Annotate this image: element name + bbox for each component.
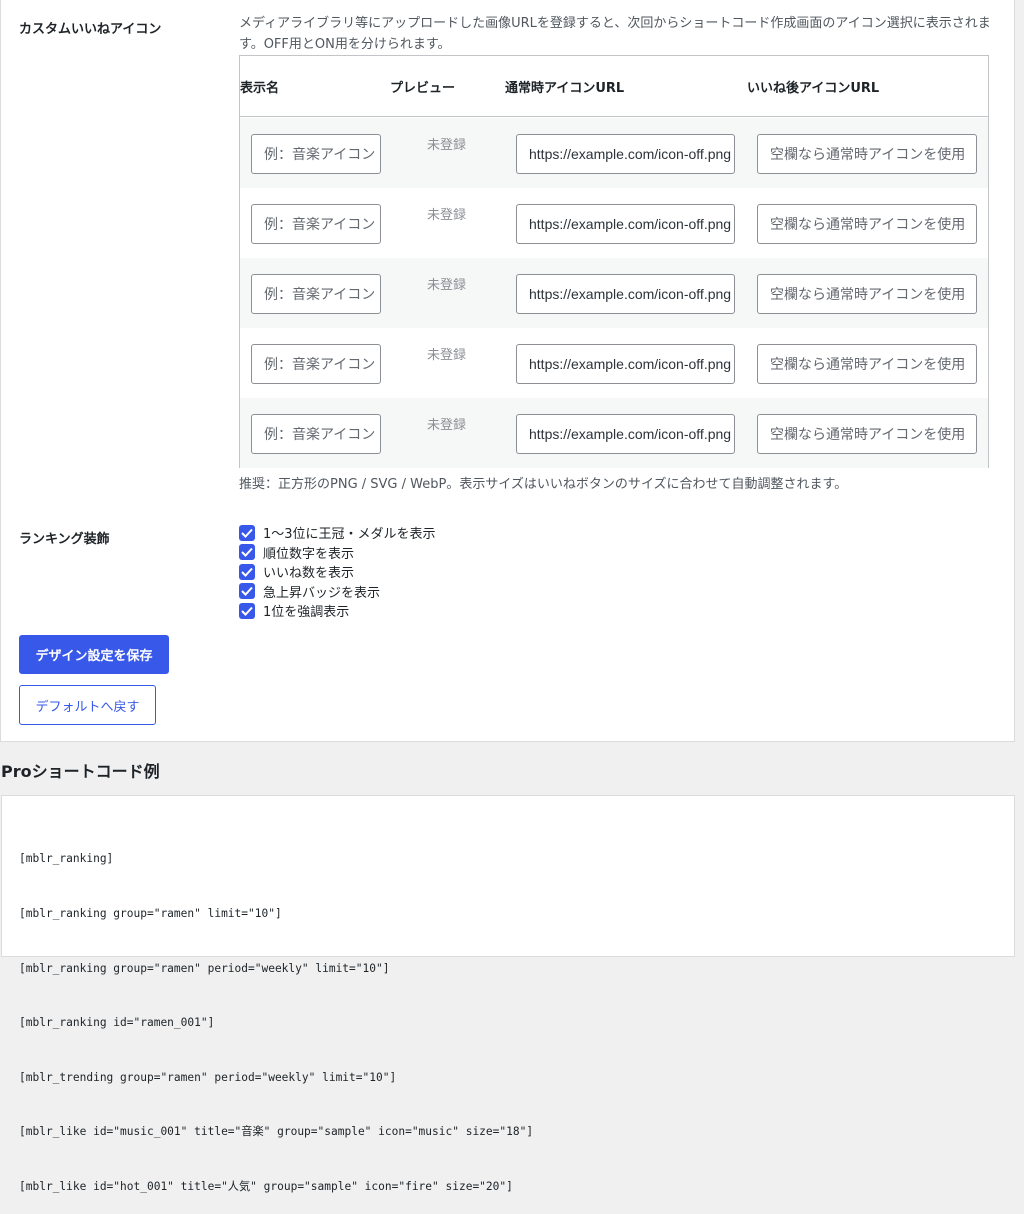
option-like-count[interactable]: いいね数を表示	[239, 562, 436, 582]
display-name-input[interactable]: 例：音楽アイコン	[251, 204, 381, 244]
checkbox-checked-icon[interactable]	[239, 544, 255, 561]
code-line: [mblr_like id="hot_001" title="人気" group…	[19, 1179, 513, 1193]
off-icon-url-input[interactable]: https://example.com/icon-off.png	[516, 204, 735, 244]
column-header-off-url: 通常時アイコンURL	[505, 81, 625, 96]
on-icon-url-input[interactable]: 空欄なら通常時アイコンを使用	[757, 204, 977, 244]
on-icon-url-input[interactable]: 空欄なら通常時アイコンを使用	[757, 344, 977, 384]
display-name-input[interactable]: 例：音楽アイコン	[251, 344, 381, 384]
pro-shortcode-title: Proショートコード例	[1, 762, 160, 781]
code-line: [mblr_ranking]	[19, 852, 114, 866]
option-rank-number[interactable]: 順位数字を表示	[239, 543, 436, 563]
table-row: 例：音楽アイコン 未登録 https://example.com/icon-of…	[240, 118, 988, 188]
custom-icon-table: 表示名 プレビュー 通常時アイコンURL いいね後アイコンURL 例：音楽アイコ…	[239, 55, 989, 468]
shortcode-code-block: [mblr_ranking] [mblr_ranking group="rame…	[1, 795, 1015, 1193]
off-icon-url-input[interactable]: https://example.com/icon-off.png	[516, 414, 735, 454]
checkbox-checked-icon[interactable]	[239, 602, 255, 619]
ranking-options: 1〜3位に王冠・メダルを表示 順位数字を表示 いいね数を表示 急上昇バッジを表示…	[239, 523, 436, 621]
checkbox-checked-icon[interactable]	[239, 524, 255, 541]
preview-status: 未登録	[427, 208, 467, 223]
code-line: [mblr_ranking id="ramen_001"]	[19, 1016, 215, 1030]
code-line: [mblr_like id="music_001" title="音楽" gro…	[19, 1125, 534, 1139]
option-label: 急上昇バッジを表示	[263, 585, 381, 601]
option-label: 順位数字を表示	[263, 546, 355, 562]
off-icon-url-input[interactable]: https://example.com/icon-off.png	[516, 134, 735, 174]
preview-status: 未登録	[427, 418, 467, 433]
on-icon-url-input[interactable]: 空欄なら通常時アイコンを使用	[757, 274, 977, 314]
display-name-input[interactable]: 例：音楽アイコン	[251, 274, 381, 314]
column-header-on-url: いいね後アイコンURL	[747, 81, 880, 96]
code-line: [mblr_trending group="ramen" period="wee…	[19, 1070, 397, 1084]
table-row: 例：音楽アイコン 未登録 https://example.com/icon-of…	[240, 328, 988, 398]
option-highlight-first[interactable]: 1位を強調表示	[239, 601, 436, 621]
table-header: 表示名 プレビュー 通常時アイコンURL いいね後アイコンURL	[240, 56, 988, 117]
preview-status: 未登録	[427, 138, 467, 153]
option-label: いいね数を表示	[263, 566, 355, 582]
custom-icon-description: メディアライブラリ等にアップロードした画像URLを登録すると、次回からショートコ…	[239, 16, 991, 52]
off-icon-url-input[interactable]: https://example.com/icon-off.png	[516, 344, 735, 384]
code-line: [mblr_ranking group="ramen" limit="10"]	[19, 907, 282, 920]
preview-status: 未登録	[427, 278, 467, 293]
ranking-decoration-label: ランキング装飾	[19, 532, 110, 547]
settings-panel: カスタムいいねアイコン メディアライブラリ等にアップロードした画像URLを登録す…	[0, 0, 1015, 742]
table-row: 例：音楽アイコン 未登録 https://example.com/icon-of…	[240, 398, 988, 468]
save-design-button[interactable]: デザイン設定を保存	[19, 635, 169, 674]
option-crown-medal[interactable]: 1〜3位に王冠・メダルを表示	[239, 523, 436, 543]
column-header-preview: プレビュー	[390, 81, 456, 96]
off-icon-url-input[interactable]: https://example.com/icon-off.png	[516, 274, 735, 314]
column-header-name: 表示名	[240, 81, 280, 96]
checkbox-checked-icon[interactable]	[239, 563, 255, 580]
table-row: 例：音楽アイコン 未登録 https://example.com/icon-of…	[240, 258, 988, 328]
option-label: 1〜3位に王冠・メダルを表示	[263, 527, 436, 543]
table-row: 例：音楽アイコン 未登録 https://example.com/icon-of…	[240, 188, 988, 258]
preview-status: 未登録	[427, 348, 467, 363]
on-icon-url-input[interactable]: 空欄なら通常時アイコンを使用	[757, 414, 977, 454]
display-name-input[interactable]: 例：音楽アイコン	[251, 134, 381, 174]
on-icon-url-input[interactable]: 空欄なら通常時アイコンを使用	[757, 134, 977, 174]
option-label: 1位を強調表示	[263, 605, 350, 621]
display-name-input[interactable]: 例：音楽アイコン	[251, 414, 381, 454]
checkbox-checked-icon[interactable]	[239, 583, 255, 600]
reset-default-button[interactable]: デフォルトへ戻す	[19, 685, 156, 725]
custom-icon-label: カスタムいいねアイコン	[19, 22, 162, 37]
recommendation-note: 推奨：正方形のPNG / SVG / WebP。表示サイズはいいねボタンのサイズ…	[239, 477, 848, 492]
option-trending-badge[interactable]: 急上昇バッジを表示	[239, 582, 436, 602]
